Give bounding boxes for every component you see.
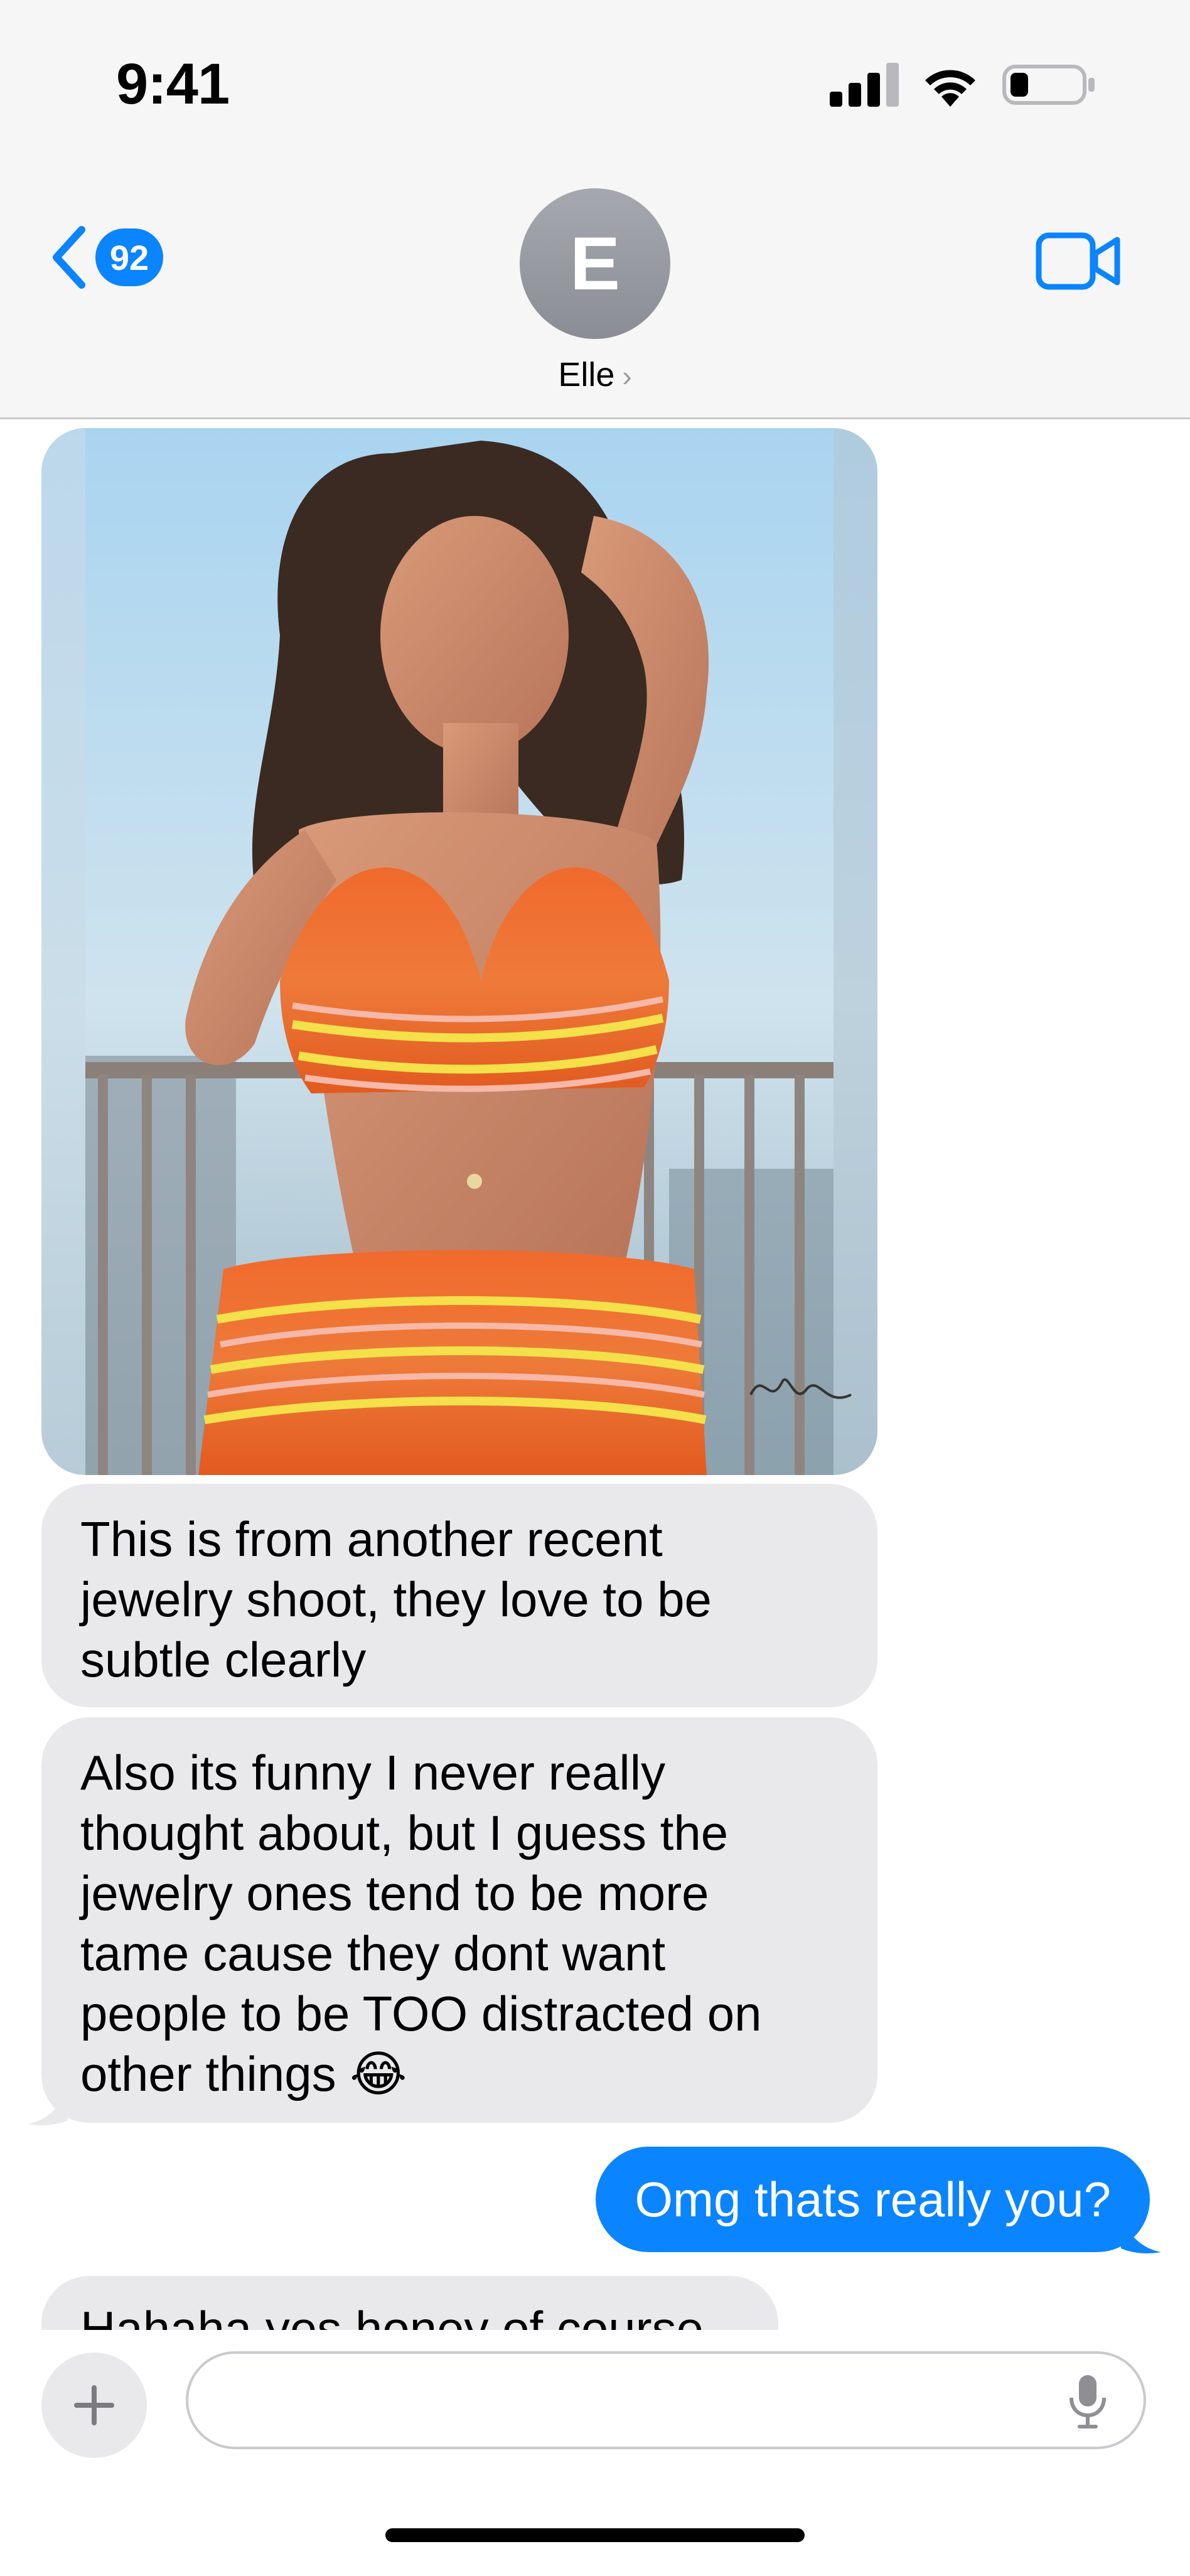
contact-name-button[interactable]: Elle › [0, 355, 1190, 394]
message-line: Also its funny I never really [80, 1745, 666, 1800]
message-line: This is from another recent [80, 1511, 663, 1567]
avatar-initial: E [569, 222, 621, 306]
incoming-message-2[interactable]: Also its funny I never really thought ab… [41, 1717, 877, 2123]
message-line: other things 😂 [80, 2046, 407, 2101]
back-button[interactable]: 92 [51, 226, 163, 289]
photo-message[interactable] [41, 428, 877, 1475]
status-time: 9:41 [116, 52, 230, 116]
wifi-icon [925, 70, 975, 107]
plus-icon [74, 2385, 114, 2425]
message-line: jewelry ones tend to be more [80, 1865, 709, 1921]
cellular-signal-icon [830, 63, 899, 107]
video-camera-icon [1036, 232, 1120, 290]
microphone-icon[interactable] [1068, 2374, 1107, 2429]
message-text: Omg thats really you? [635, 2172, 1111, 2227]
home-indicator[interactable] [385, 2528, 805, 2542]
conversation-header: 9:41 92 E Elle › [0, 0, 1190, 419]
battery-icon [1002, 65, 1095, 105]
status-icons [830, 63, 1096, 107]
contact-avatar[interactable]: E [520, 188, 670, 339]
bubble-tail-icon [1121, 2209, 1161, 2253]
chevron-right-icon: › [622, 360, 632, 392]
facetime-video-button[interactable] [1036, 232, 1121, 293]
contact-name: Elle [558, 356, 615, 394]
message-input[interactable] [186, 2351, 1146, 2449]
message-line: tame cause they dont want [80, 1926, 666, 1981]
message-line: jewelry shoot, they love to be [80, 1572, 712, 1627]
unread-count-badge: 92 [95, 228, 163, 286]
chevron-left-icon [53, 226, 85, 289]
message-line: thought about, but I guess the [80, 1805, 729, 1860]
message-line: people to be TOO distracted on [80, 1986, 762, 2041]
outgoing-message-1[interactable]: Omg thats really you? [596, 2147, 1150, 2252]
photo-image [41, 428, 877, 1475]
apps-plus-button[interactable] [41, 2353, 147, 2458]
message-line: subtle clearly [80, 1632, 367, 1687]
incoming-message-1[interactable]: This is from another recent jewelry shoo… [41, 1484, 877, 1707]
bubble-tail-icon [28, 2081, 68, 2125]
